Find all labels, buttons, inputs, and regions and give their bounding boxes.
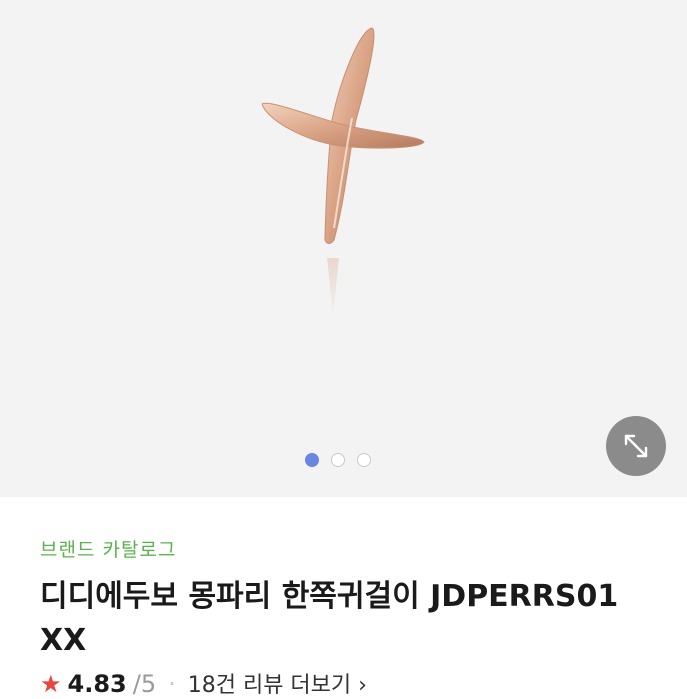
carousel-dot-2[interactable] [331,453,345,467]
product-image-gallery[interactable] [0,0,687,497]
carousel-dot-1[interactable] [305,453,319,467]
rating-max: /5 [132,670,157,698]
review-more-link[interactable]: 18건 리뷰 더보기 › [188,667,367,699]
product-title: 디디에두보 몽파리 한쪽귀걸이 JDPERRS01 XX [40,579,619,658]
carousel-pagination [305,453,371,467]
expand-arrows-icon [624,434,648,458]
product-image[interactable] [0,0,687,497]
brand-catalog-link[interactable]: 브랜드 카탈로그 [40,535,176,562]
star-icon: ★ [40,670,62,698]
zoom-button[interactable] [606,416,666,476]
rating-separator: · [168,670,176,698]
rating-row: ★ 4.83 /5 · 18건 리뷰 더보기 › [40,667,367,699]
carousel-dot-3[interactable] [357,453,371,467]
rating-value: 4.83 [67,670,127,698]
